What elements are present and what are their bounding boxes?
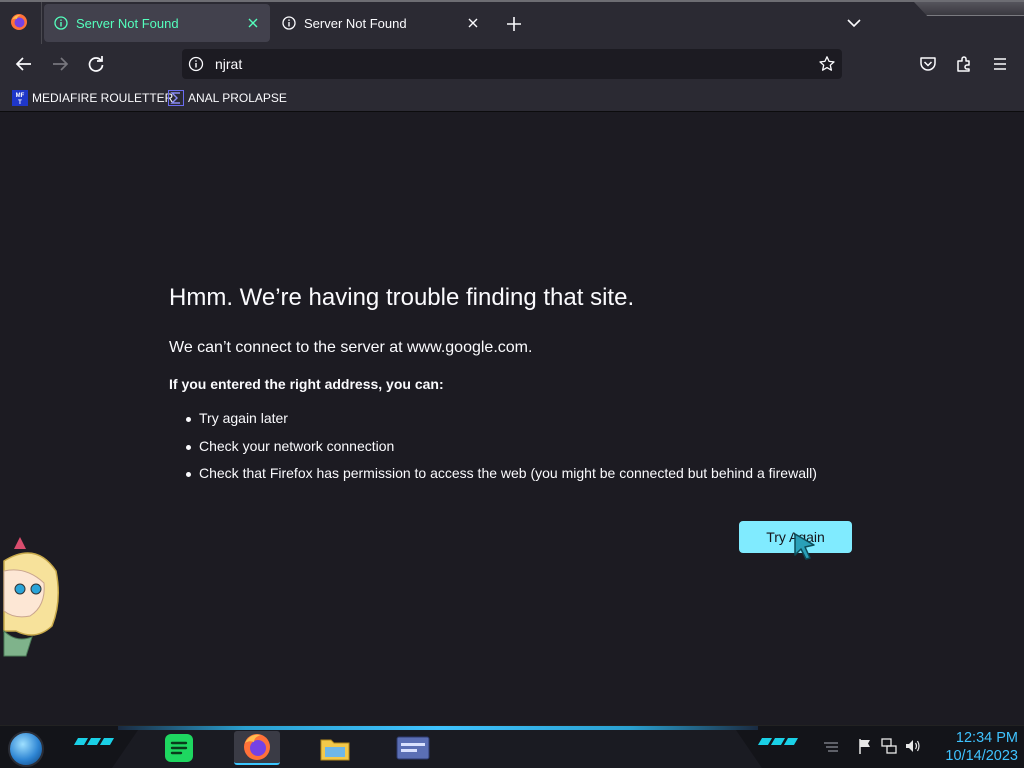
close-icon[interactable] bbox=[246, 16, 260, 30]
tab-separator bbox=[41, 2, 42, 44]
mediafire-favicon-icon: MF T bbox=[12, 90, 28, 106]
new-tab-plus-icon[interactable] bbox=[505, 15, 523, 33]
taskbar: 12:34 PM 10/14/2023 bbox=[0, 725, 1024, 768]
mouse-cursor-icon bbox=[794, 533, 815, 560]
pocket-icon[interactable] bbox=[918, 54, 938, 74]
site-info-icon[interactable] bbox=[188, 56, 204, 72]
url-input[interactable]: njrat bbox=[215, 56, 242, 72]
tab-server-not-found-1[interactable]: Server Not Found bbox=[44, 4, 270, 42]
window-app-icon bbox=[396, 736, 430, 760]
firefox-menu-icon[interactable] bbox=[10, 13, 28, 31]
error-suggestions-heading: If you entered the right address, you ca… bbox=[169, 376, 444, 392]
list-all-tabs-chevron-icon[interactable] bbox=[845, 14, 863, 32]
address-bar[interactable]: njrat bbox=[182, 49, 842, 79]
window-frame-decoration bbox=[914, 2, 1024, 16]
info-icon bbox=[282, 16, 296, 30]
svg-text:T: T bbox=[18, 100, 22, 106]
spotify-icon bbox=[165, 734, 193, 762]
reload-icon[interactable] bbox=[86, 54, 106, 74]
list-item: Check your network connection bbox=[186, 438, 817, 466]
bookmark-label: ANAL PROLAPSE bbox=[188, 91, 287, 105]
taskbar-frame bbox=[112, 730, 762, 768]
forward-arrow-icon[interactable] bbox=[50, 54, 70, 74]
error-page: Hmm. We’re having trouble finding that s… bbox=[0, 113, 1024, 725]
taskbar-decoration-right bbox=[757, 738, 799, 745]
taskbar-decoration-left bbox=[73, 738, 115, 745]
taskbar-app-firefox[interactable] bbox=[234, 731, 280, 765]
tab-title: Server Not Found bbox=[76, 15, 179, 31]
error-title: Hmm. We’re having trouble finding that s… bbox=[169, 284, 635, 311]
star-butterfly-desktop-mascot-icon bbox=[3, 537, 59, 657]
network-icon[interactable] bbox=[880, 737, 898, 755]
tab-server-not-found-2[interactable]: Server Not Found bbox=[272, 4, 490, 42]
taskbar-app-spotify[interactable] bbox=[156, 731, 202, 765]
clock-date: 10/14/2023 bbox=[945, 748, 1018, 764]
bookmark-star-icon[interactable] bbox=[818, 55, 836, 73]
firefox-icon bbox=[244, 734, 270, 760]
back-arrow-icon[interactable] bbox=[14, 54, 34, 74]
clock-time: 12:34 PM bbox=[955, 730, 1018, 746]
hamburger-menu-icon[interactable] bbox=[990, 54, 1010, 74]
list-item: Try again later bbox=[186, 410, 817, 438]
taskbar-accent-bar bbox=[118, 726, 758, 730]
navigation-toolbar: njrat bbox=[0, 44, 1024, 84]
bookmark-mediafire-rouletter[interactable]: MF T MEDIAFIRE ROULETTER bbox=[12, 89, 173, 107]
bookmarks-toolbar: MF T MEDIAFIRE ROULETTER ANAL PROLAPSE bbox=[0, 84, 1024, 112]
action-center-flag-icon[interactable] bbox=[856, 737, 874, 755]
info-icon bbox=[54, 16, 68, 30]
folder-icon bbox=[320, 739, 350, 761]
error-suggestions-list: Try again later Check your network conne… bbox=[186, 410, 817, 493]
svg-text:MF: MF bbox=[16, 93, 25, 99]
bookmark-anal-prolapse[interactable]: ANAL PROLAPSE bbox=[168, 89, 287, 107]
bookmark-label: MEDIAFIRE ROULETTER bbox=[32, 91, 174, 105]
sigma-favicon-icon bbox=[168, 90, 184, 106]
taskbar-app-control-panel[interactable] bbox=[390, 731, 436, 765]
volume-icon[interactable] bbox=[904, 737, 922, 755]
extensions-puzzle-icon[interactable] bbox=[954, 54, 974, 74]
error-description: We can’t connect to the server at www.go… bbox=[169, 339, 533, 356]
tab-strip: Server Not Found Server Not Found bbox=[0, 0, 1024, 44]
taskbar-app-file-explorer[interactable] bbox=[312, 731, 358, 765]
tab-title: Server Not Found bbox=[304, 15, 407, 31]
list-item: Check that Firefox has permission to acc… bbox=[186, 465, 817, 493]
close-icon[interactable] bbox=[466, 16, 480, 30]
system-clock[interactable]: 12:34 PM 10/14/2023 bbox=[926, 729, 1018, 765]
start-button[interactable] bbox=[8, 731, 44, 767]
show-hidden-icons-icon[interactable] bbox=[822, 737, 840, 755]
